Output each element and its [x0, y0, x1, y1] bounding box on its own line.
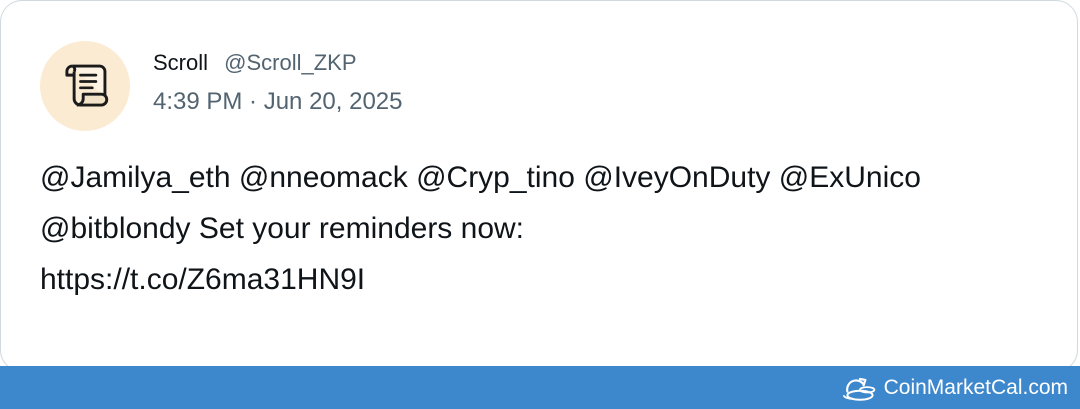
tweet-text-line: @Jamilya_eth @nneomack @Cryp_tino @IveyO… — [40, 161, 921, 194]
brand-link[interactable]: CoinMarketCal.com — [842, 373, 1068, 403]
coinmarketcal-logo-icon — [842, 377, 875, 401]
tweet-text: @Jamilya_eth @nneomack @Cryp_tino @IveyO… — [40, 152, 1040, 305]
embed-frame: Scroll @Scroll_ZKP 4:39 PM · Jun 20, 202… — [0, 0, 1080, 409]
tweet-link[interactable]: https://t.co/Z6ma31HN9I — [40, 254, 1040, 305]
footer-bar: CoinMarketCal.com — [0, 366, 1080, 409]
brand-label[interactable]: CoinMarketCal.com — [884, 374, 1068, 402]
tweet-text-line: @bitblondy Set your reminders now: — [40, 212, 525, 245]
author-handle[interactable]: @Scroll_ZKP — [224, 50, 356, 75]
tweet-timestamp[interactable]: 4:39 PM · Jun 20, 2025 — [153, 87, 403, 117]
scroll-icon — [65, 64, 109, 107]
author-display-name[interactable]: Scroll — [153, 50, 208, 75]
tweet-card[interactable]: Scroll @Scroll_ZKP 4:39 PM · Jun 20, 202… — [0, 0, 1078, 372]
author-row: Scroll @Scroll_ZKP — [153, 49, 357, 77]
avatar[interactable] — [40, 41, 130, 131]
